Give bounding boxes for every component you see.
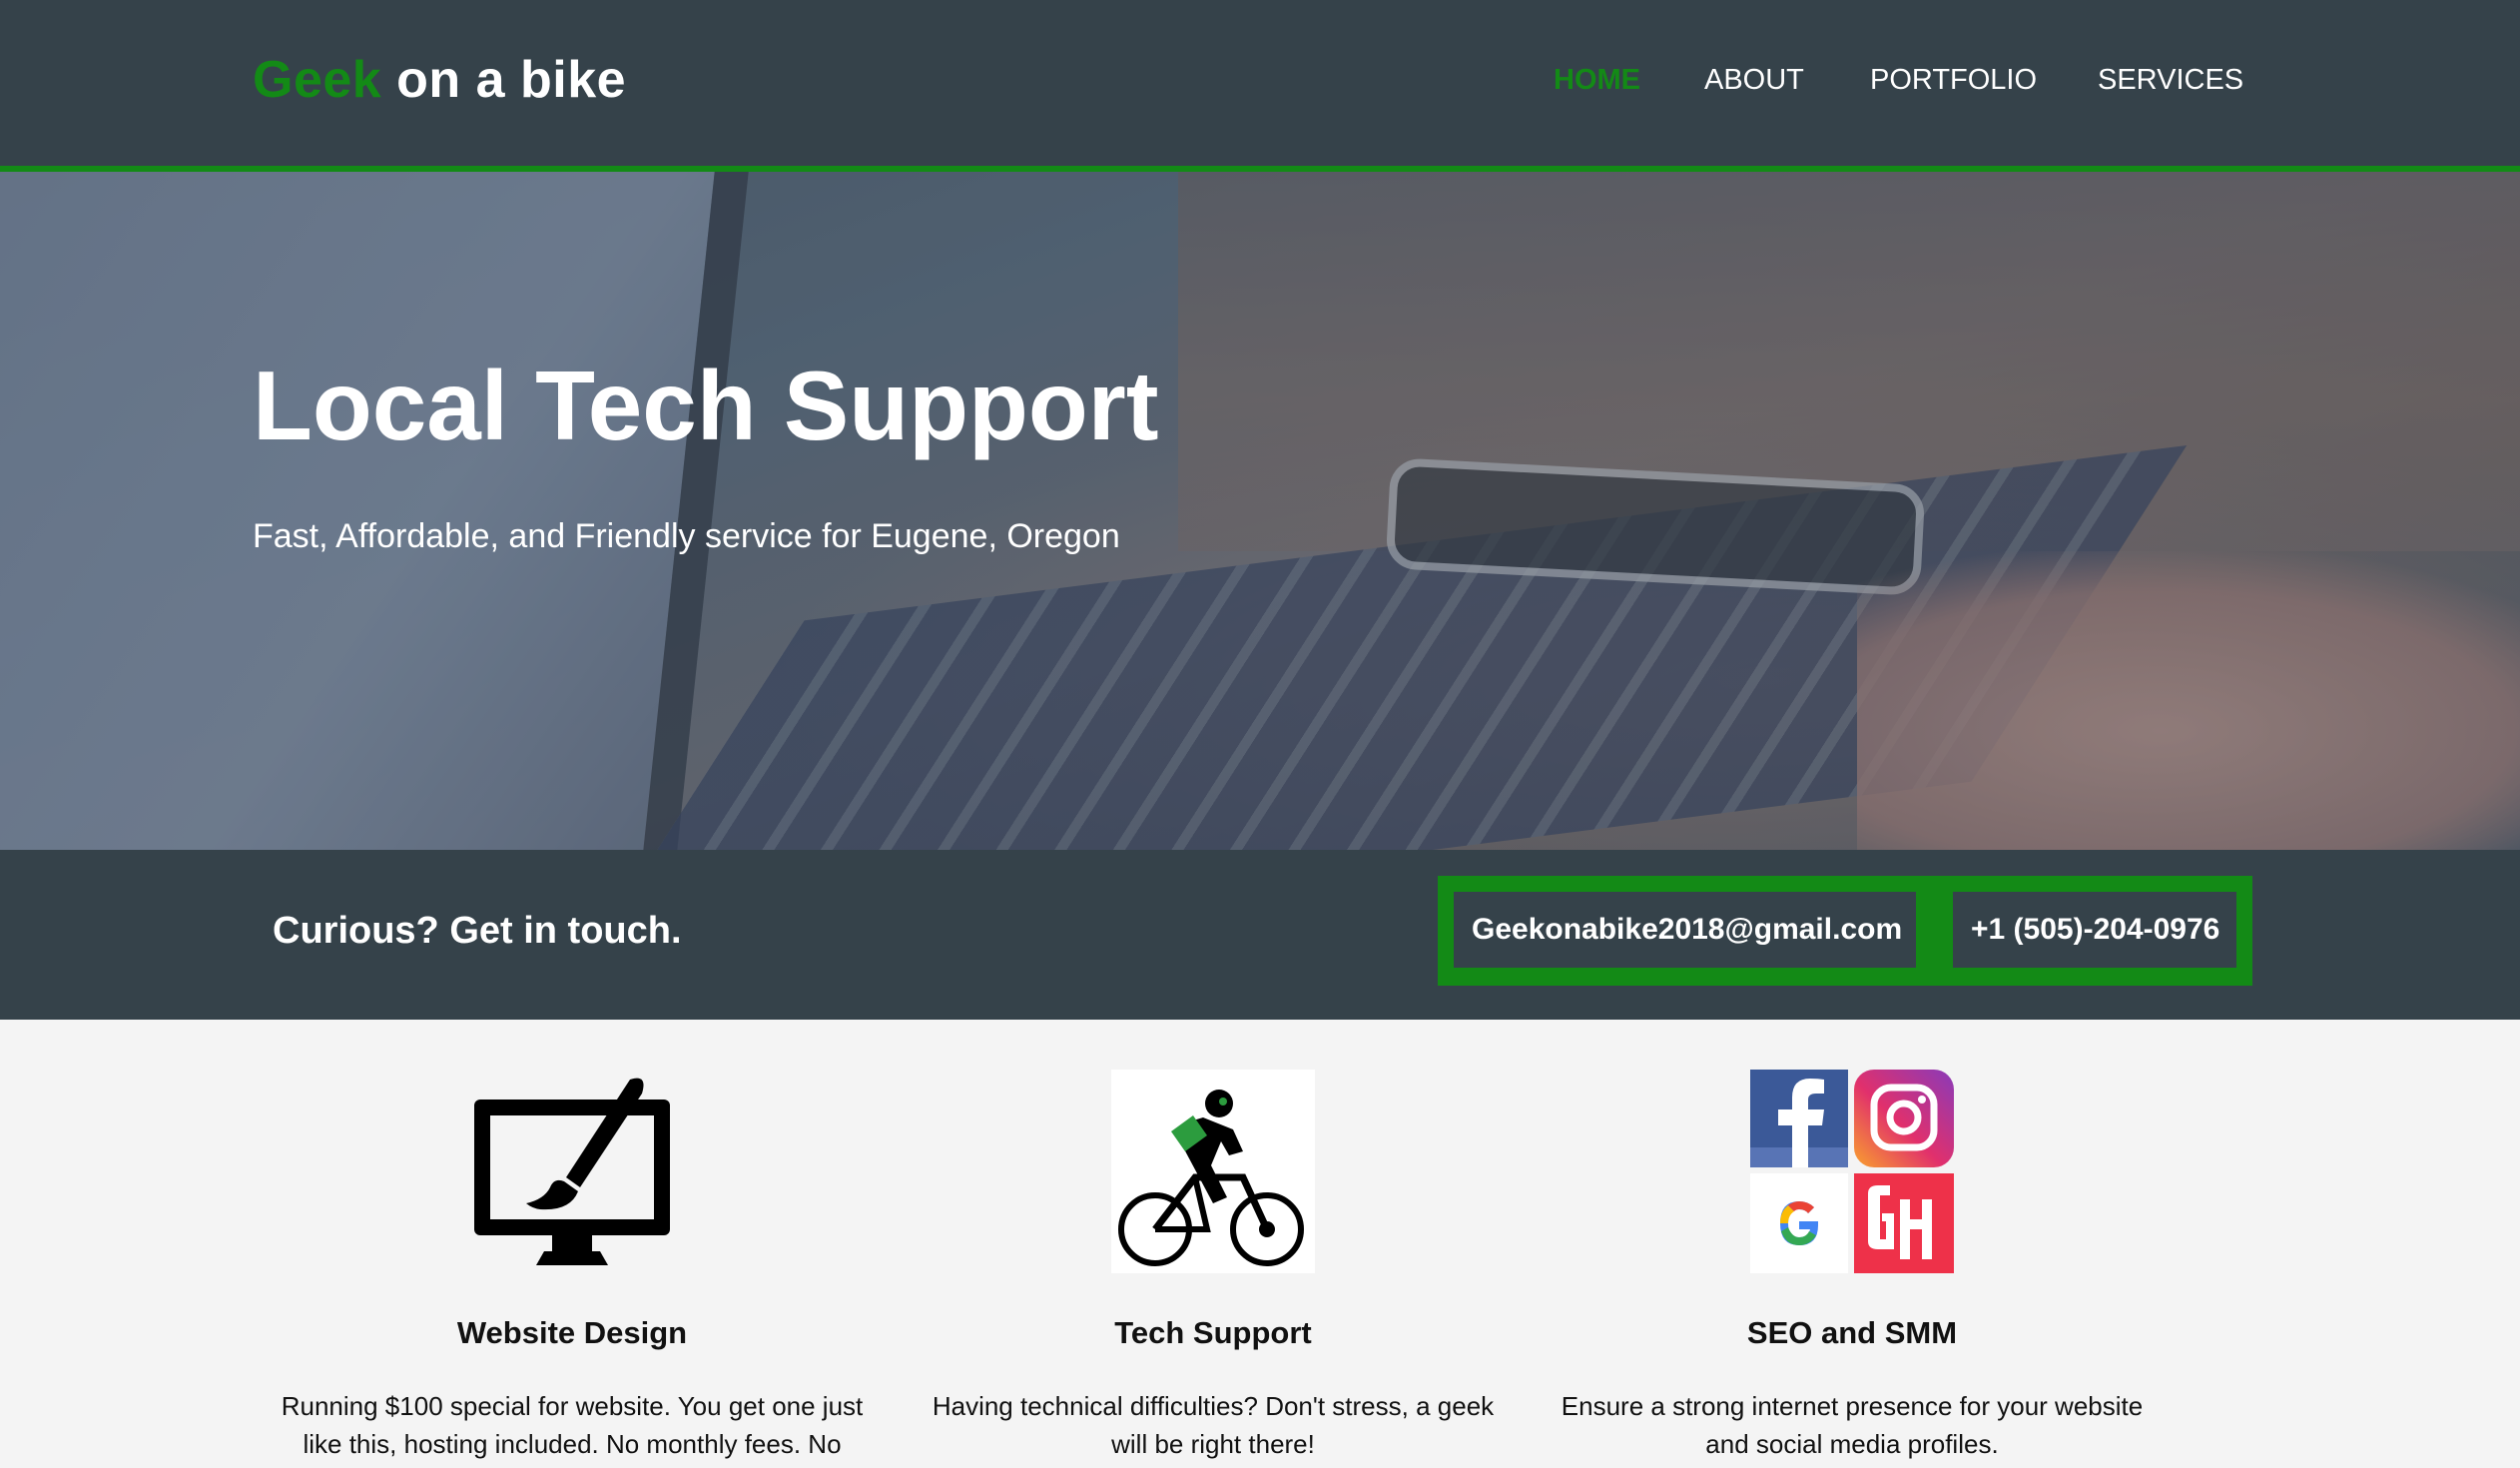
nav-home[interactable]: HOME [1554,64,1640,97]
nav-portfolio[interactable]: PORTFOLIO [1870,64,2037,97]
contact-heading: Curious? Get in touch. [273,910,682,952]
service-description: Ensure a strong internet presence for yo… [1561,1391,2144,1459]
service-description: Running $100 special for website. You ge… [281,1391,864,1459]
nav-about[interactable]: ABOUT [1704,64,1804,97]
contact-box: Geekonabike2018@gmail.com +1 (505)-204-0… [1438,876,2252,986]
phone-link[interactable]: +1 (505)-204-0976 [1953,892,2236,968]
contact-band: Curious? Get in touch. Geekonabike2018@g… [0,850,2520,1020]
main-nav: HOME ABOUT PORTFOLIO SERVICES [0,64,2520,104]
hero-subtitle: Fast, Affordable, and Friendly service f… [253,517,1120,555]
service-title: Tech Support [1114,1315,1312,1350]
facebook-icon [1750,1070,1848,1167]
social-media-icons [1750,1070,1954,1273]
nav-services[interactable]: SERVICES [2098,64,2243,97]
monitor-paintbrush-icon [470,1070,674,1273]
service-title: SEO and SMM [1746,1315,1958,1350]
hero-title: Local Tech Support [253,351,1159,460]
google-icon [1750,1173,1848,1273]
service-description: Having technical difficulties? Don't str… [932,1391,1495,1459]
instagram-icon [1854,1070,1954,1167]
gh-icon [1854,1173,1954,1273]
hero-overlay [0,172,2520,850]
service-title: Website Design [456,1315,688,1350]
hero-banner: Local Tech Support Fast, Affordable, and… [0,172,2520,850]
cyclist-icon [1111,1070,1315,1273]
services-section: Website Design Running $100 special for … [0,1020,2520,1468]
email-link[interactable]: Geekonabike2018@gmail.com [1454,892,1916,968]
site-header: Geek on a bike HOME ABOUT PORTFOLIO SERV… [0,0,2520,172]
